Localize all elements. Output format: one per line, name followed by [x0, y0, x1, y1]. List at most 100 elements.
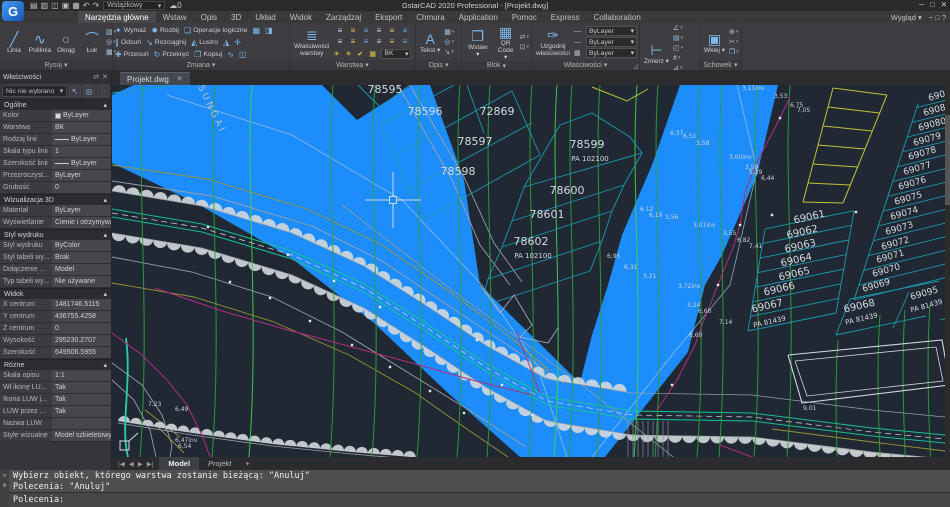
close-tab-icon[interactable]: ✕	[177, 75, 183, 83]
close-command-icon[interactable]: ✕	[3, 472, 7, 479]
layer-toggle-icon[interactable]: ☀	[345, 50, 355, 58]
ribbon-button-kopiuj[interactable]: ❐Kopiuj	[194, 50, 222, 59]
ribbon-button-okrąg[interactable]: ○Okrąg	[54, 24, 78, 60]
property-value[interactable]: ByLayer	[52, 205, 111, 216]
new-file-icon[interactable]: ▤	[30, 1, 38, 11]
property-value[interactable]: ByColor	[52, 240, 111, 251]
ribbon-tool-icon[interactable]: ◨	[265, 26, 273, 35]
ribbon-tool-icon[interactable]: ▤▾	[673, 34, 683, 43]
layer-combo[interactable]: BK▾	[381, 49, 411, 59]
menu-tab-pomoc[interactable]: Pomoc	[505, 11, 544, 23]
palette-section-wizualizacja-3d[interactable]: Wizualizacja 3D▴	[0, 194, 111, 205]
layer-state-icon[interactable]: ≡	[372, 26, 385, 37]
close-icon[interactable]: ✕	[102, 73, 108, 81]
layer-toggle-icon[interactable]: ▦	[369, 50, 379, 58]
menu-tab-zarz-dzaj[interactable]: Zarządzaj	[319, 11, 368, 23]
layer-state-icon[interactable]: ≡	[359, 37, 372, 48]
property-value[interactable]: Model	[52, 264, 111, 275]
ribbon-button-operacje-logiczne[interactable]: ❏Operacje logiczne	[184, 26, 248, 35]
settings-icon[interactable]: ⚙	[3, 482, 7, 489]
property-value[interactable]	[52, 418, 111, 429]
panel-label-rysuj[interactable]: Rysuj▾	[0, 60, 112, 70]
layer-toggle-icon[interactable]: ☀	[333, 50, 343, 58]
panel-label-blok[interactable]: Blok▾	[462, 61, 531, 70]
ribbon-tool-icon[interactable]: ✂▾	[729, 38, 739, 47]
property-value[interactable]: Brak	[52, 252, 111, 263]
restore-icon[interactable]: □	[935, 13, 942, 22]
ribbon-button-uzgodnij-właściwości[interactable]: ✑Uzgodnij właściwości	[534, 24, 572, 60]
maximize-button[interactable]: □	[930, 0, 935, 9]
open-file-icon[interactable]: ▥	[41, 1, 49, 11]
ribbon-button-wstaw[interactable]: ❒Wstaw ▾	[464, 24, 492, 61]
quick-select-icon[interactable]: ◎	[83, 85, 95, 97]
ribbon-tool-icon[interactable]: ❐▾	[729, 48, 739, 57]
wyglad-dropdown[interactable]: Wygląd ▾	[891, 13, 922, 22]
ribbon-tool-icon[interactable]: #▾	[673, 54, 683, 63]
layer-state-icon[interactable]: ≡	[333, 26, 346, 37]
ribbon-button-wklej[interactable]: ▣Wklej ▾	[702, 24, 727, 60]
ribbon-tool-icon[interactable]: ▦▾	[444, 28, 454, 37]
property-value[interactable]: Model szkieletowy 2D	[52, 430, 111, 441]
ribbon-tool-icon[interactable]: ◮	[223, 38, 229, 47]
close-button[interactable]: ✕	[941, 0, 947, 9]
select-all-icon[interactable]: ◌	[97, 85, 109, 97]
property-value[interactable]: 1481746.5115	[52, 299, 111, 310]
help-icon[interactable]: ?	[942, 13, 946, 22]
collapse-icon[interactable]: ▴	[103, 361, 107, 369]
ribbon-tool-icon[interactable]: ◰▾	[673, 44, 683, 53]
layout-tab-projekt[interactable]: Projekt	[199, 457, 240, 470]
dialog-launcher-icon[interactable]: ◿	[633, 63, 638, 70]
panel-label-schowek[interactable]: Schowek▾	[700, 60, 741, 70]
property-value[interactable]: ByLayer	[52, 170, 111, 181]
ribbon-tool-icon[interactable]: ∠▾	[673, 24, 683, 33]
property-value[interactable]: ByLayer	[52, 110, 111, 121]
ribbon-button-polilinia[interactable]: ∿Polilinia	[28, 24, 52, 60]
cloud-sync-icon[interactable]: ☁	[169, 1, 177, 11]
layer-state-icon[interactable]: ≡	[398, 37, 411, 48]
property-value[interactable]: Tak	[52, 394, 111, 405]
ribbon-button-qr-code[interactable]: ▦QR Code ▾	[494, 24, 518, 61]
ribbon-button-tekst[interactable]: ATekst ▾	[418, 24, 442, 60]
scrollbar-thumb[interactable]	[945, 115, 950, 205]
ribbon-tool-icon[interactable]: ◎▾	[444, 38, 454, 47]
ribbon-tool-icon[interactable]: ⊕▾	[729, 28, 739, 37]
workspace-combo[interactable]: Wstążkowy ▾	[103, 1, 165, 10]
property-value[interactable]: Cienie i otrzymywanie...	[52, 217, 111, 228]
palette-section-styl-wydruku[interactable]: Styl wydruku▴	[0, 229, 111, 240]
collapse-icon[interactable]: ▴	[103, 290, 107, 298]
menu-tab-express[interactable]: Express	[544, 11, 587, 23]
layer-state-icon[interactable]: ≡	[385, 26, 398, 37]
property-value[interactable]: 295230.2707	[52, 335, 111, 346]
layout-tab-model[interactable]: Model	[159, 457, 199, 470]
layer-state-icon[interactable]: ≡	[333, 37, 346, 48]
property-value[interactable]: 1:1	[52, 370, 111, 381]
menu-tab-chmura[interactable]: Chmura	[409, 11, 451, 23]
linetype-combo[interactable]: ByLayer▾	[586, 37, 637, 47]
property-value[interactable]: BK	[52, 122, 111, 133]
ribbon-tool-icon[interactable]: ↘▾	[444, 48, 454, 57]
layout-nav-icon[interactable]: ◀	[129, 460, 134, 468]
lineweight-combo[interactable]: ByLayer▾	[586, 48, 637, 58]
ribbon-button-przesuń[interactable]: ✚Przesuń	[115, 50, 149, 59]
palette-section-ogólne[interactable]: Ogólne▴	[0, 99, 111, 110]
palette-title-bar[interactable]: Właściwości ⇄✕	[0, 71, 111, 83]
property-value[interactable]: 436755.4258	[52, 311, 111, 322]
document-tab[interactable]: Projekt.dwg ✕	[120, 72, 190, 85]
ribbon-button-rozbij[interactable]: ✸Rozbij	[151, 26, 179, 35]
ribbon-tool-icon[interactable]: ◫	[239, 50, 247, 59]
property-value[interactable]: Tak	[52, 382, 111, 393]
layer-state-icon[interactable]: ≡	[398, 26, 411, 37]
command-input[interactable]: Polecenia:	[9, 492, 950, 507]
property-value[interactable]: Nie używane	[52, 276, 111, 287]
ribbon-tool-icon[interactable]: ▦	[252, 26, 260, 35]
select-objects-icon[interactable]: ↖	[69, 85, 81, 97]
ribbon-button-przekręć[interactable]: ↻Przekręć	[154, 50, 190, 59]
dock-icon[interactable]: ⇄	[93, 73, 99, 81]
ribbon-button-odsuń[interactable]: ∥Odsuń	[115, 38, 141, 47]
menu-tab-opis[interactable]: Opis	[194, 11, 224, 23]
ribbon-tool-icon[interactable]: ✛	[234, 38, 241, 47]
menu-tab-uk-ad[interactable]: Układ	[248, 11, 282, 23]
panel-label-warstwa[interactable]: Warstwa▾	[290, 60, 415, 70]
panel-label-właściwości[interactable]: Właściwości▾	[532, 60, 639, 70]
layer-state-icon[interactable]: ≡	[372, 37, 385, 48]
